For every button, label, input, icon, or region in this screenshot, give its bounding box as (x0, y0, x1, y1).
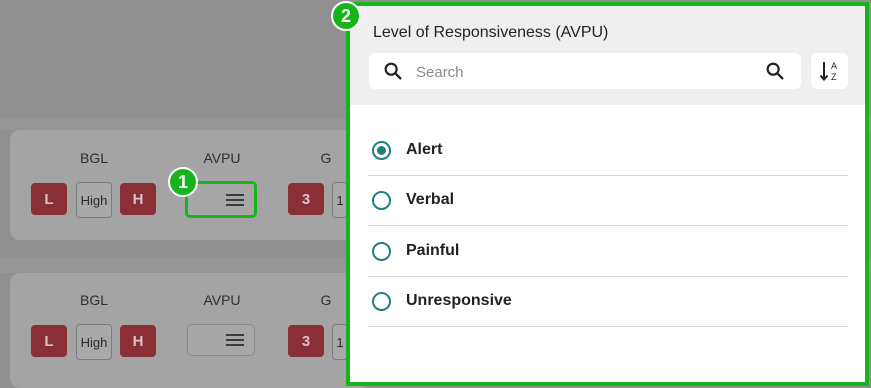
radio-button[interactable] (372, 191, 391, 210)
bgl-low-button[interactable]: L (31, 325, 67, 357)
option-label: Alert (406, 141, 443, 158)
option-label: Verbal (406, 191, 455, 208)
panel-header: Level of Responsiveness (AVPU) A Z (350, 6, 865, 105)
bgl-low-button[interactable]: L (31, 183, 67, 215)
gcs-label: G (320, 150, 332, 166)
sort-alpha-down-icon: A Z (819, 61, 837, 82)
svg-text:A: A (831, 61, 837, 71)
bgl-label: BGL (79, 292, 108, 308)
bgl-high-button[interactable]: H (120, 183, 156, 215)
avpu-selection-panel: Level of Responsiveness (AVPU) A Z Alert (346, 2, 869, 386)
option-painful[interactable]: Painful (368, 227, 848, 277)
avpu-label: AVPU (203, 292, 241, 308)
radio-button[interactable] (372, 292, 391, 311)
step-callout-1: 1 (168, 167, 198, 197)
search-icon[interactable] (764, 60, 786, 82)
option-alert[interactable]: Alert (368, 126, 848, 176)
step-callout-2: 2 (331, 1, 361, 31)
radio-button[interactable] (372, 242, 391, 261)
avpu-label: AVPU (203, 150, 241, 166)
avpu-select-button[interactable] (187, 324, 255, 356)
gcs-button[interactable]: 3 (288, 183, 324, 215)
bgl-label: BGL (79, 150, 108, 166)
search-box[interactable] (369, 53, 801, 89)
bgl-high-button[interactable]: H (120, 325, 156, 357)
gcs-button[interactable]: 3 (288, 325, 324, 357)
panel-title: Level of Responsiveness (AVPU) (373, 24, 609, 41)
menu-icon (226, 193, 244, 206)
menu-icon (226, 334, 244, 346)
gcs-label: G (320, 292, 332, 308)
option-label: Unresponsive (406, 292, 512, 309)
search-input[interactable] (414, 59, 748, 85)
option-label: Painful (406, 242, 460, 259)
search-icon (384, 62, 402, 80)
option-unresponsive[interactable]: Unresponsive (368, 277, 848, 327)
bgl-value-chip[interactable]: High (76, 182, 112, 218)
svg-text:Z: Z (831, 72, 837, 82)
option-verbal[interactable]: Verbal (368, 176, 848, 226)
bgl-value-chip[interactable]: High (76, 324, 112, 360)
radio-button[interactable] (372, 141, 391, 160)
sort-button[interactable]: A Z (811, 53, 848, 89)
